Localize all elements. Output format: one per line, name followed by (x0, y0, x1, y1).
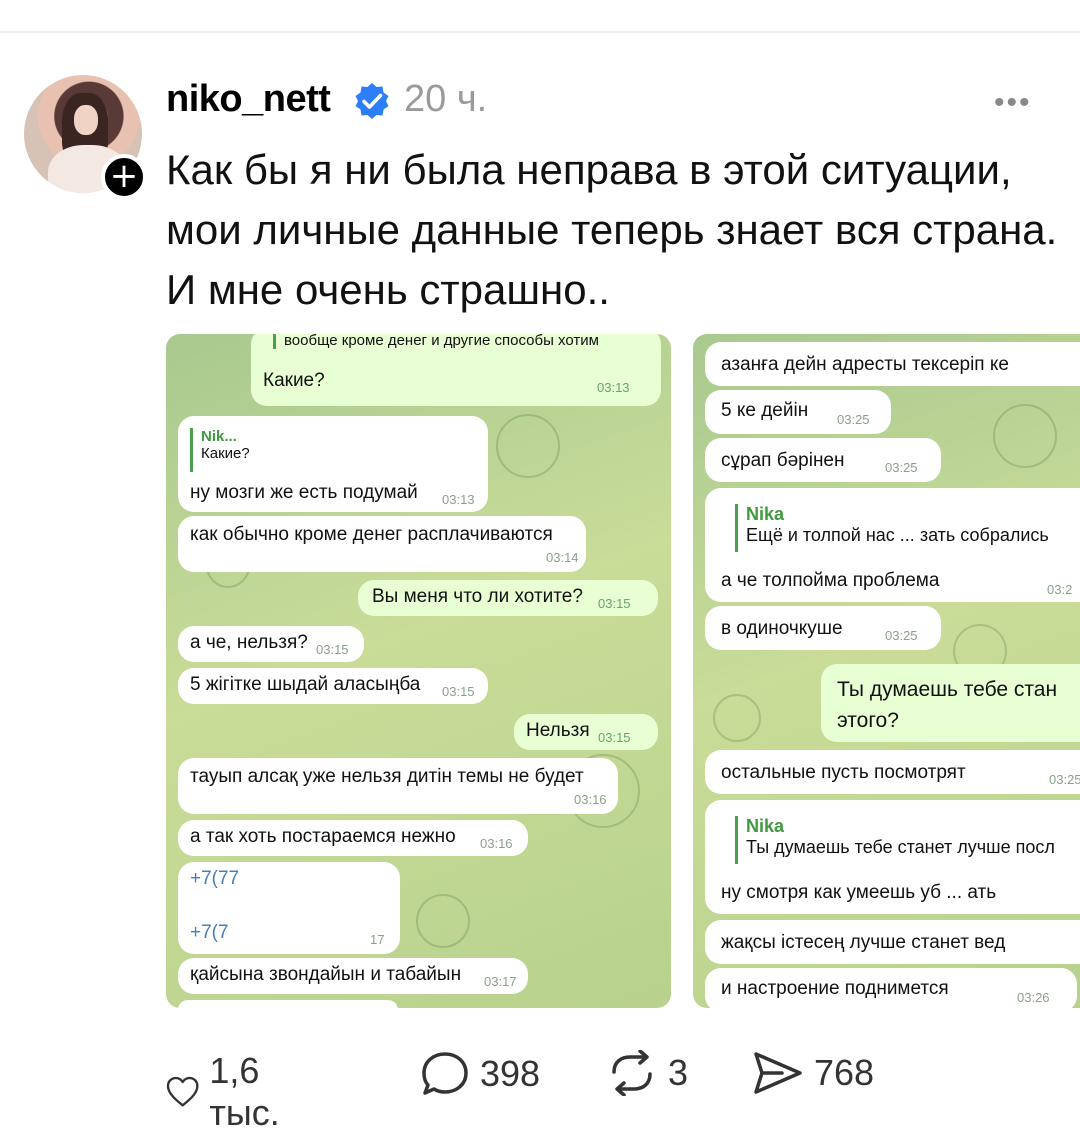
message-text: как обычно кроме денег расплачиваются (190, 524, 553, 545)
message-text: ну смотря как умеешь уб ... ать (721, 882, 997, 903)
chat-message-in: остальные пусть посмотрят 03:25 (705, 750, 1080, 794)
message-text: Какие? (263, 370, 325, 391)
message-text: ну мозги же есть подумай (190, 482, 418, 503)
chat-message-out: Ты думаешь тебе стан этого? (821, 664, 1080, 742)
message-text: а че толпойма проблема (721, 570, 940, 591)
message-time: 03:17 (484, 974, 517, 989)
message-text: а так хоть постараемся нежно (190, 826, 456, 847)
message-text: 5 жігітке шыдай аласыңба (190, 674, 421, 695)
chat-message-in: а че, нельзя? 03:15 (178, 626, 364, 662)
message-time: 03:25 (837, 412, 870, 427)
reply-quote: вообще кроме денег и другие способы хоти… (273, 334, 599, 349)
message-text: остальные пусть посмотрят (721, 762, 966, 783)
chat-message-in: Nik... Какие? ну мозги же есть подумай 0… (178, 416, 488, 512)
message-text: сұрап бәрінен (721, 450, 845, 471)
phone-number[interactable]: +7(77 (190, 868, 239, 890)
reply-quote: Nika Ты думаешь тебе станет лучше посл (735, 816, 1080, 864)
username[interactable]: niko_nett (166, 78, 331, 121)
message-text: жақсы істесең лучше станет вед (721, 932, 1006, 953)
message-text: тауып алсақ уже нельзя дитін темы не буд… (190, 766, 584, 787)
message-time: 03:26 (1017, 990, 1050, 1005)
chat-message-in: сұрап бәрінен 03:25 (705, 438, 941, 482)
message-text: и настроение поднимется (721, 978, 949, 999)
chat-message-in: тауып алсақ уже нельзя дитін темы не буд… (178, 758, 618, 814)
phone-number[interactable]: +7(7 (190, 922, 229, 944)
chat-message-in: как обычно кроме денег расплачиваются 03… (178, 516, 586, 572)
reply-name: Nik... (201, 428, 237, 445)
reply-text: Ты думаешь тебе станет лучше посл (746, 837, 1055, 857)
wallpaper-doodle (993, 404, 1057, 468)
message-time: 03:16 (480, 836, 513, 851)
wallpaper-doodle (496, 414, 560, 478)
chat-message-in: 5 ке дейін 03:25 (705, 390, 891, 434)
chat-message-in: азанға дейн адресты тексеріп ке (705, 342, 1080, 386)
repost-icon (612, 1050, 652, 1096)
verified-badge-icon (355, 83, 389, 119)
post-time: 20 ч. (404, 78, 488, 120)
chat-message-in: жақсы істесең лучше станет вед (705, 920, 1080, 964)
follow-plus-icon[interactable]: + (101, 154, 147, 200)
message-time: 03:2 (1047, 582, 1073, 597)
message-text: азанға дейн адресты тексеріп ке (721, 354, 1009, 375)
chat-message-in: қайсына звондайын и табайын 03:17 (178, 958, 528, 994)
message-text: Вы меня что ли хотите? (372, 586, 583, 607)
message-text: Ты думаешь тебе стан этого? (837, 678, 1058, 732)
message-text: қайсына звондайын и табайын (190, 964, 462, 985)
chat-message-in: в одиночкуше 03:25 (705, 606, 941, 650)
message-time: 03:13 (442, 492, 475, 507)
wallpaper-doodle (713, 694, 761, 742)
chat-message-in: +7(77 +7(7 17 (178, 862, 400, 954)
message-time: 03:13 (597, 380, 630, 395)
comments-count: 398 (480, 1053, 541, 1094)
message-time: 17 (370, 932, 385, 947)
chat-message-in: и настроение поднимется 03:26 (705, 968, 1077, 1008)
chat-message-in: Nika Ещё и толпой нас ... зать собрались… (705, 488, 1080, 602)
shares-count: 768 (814, 1052, 875, 1093)
heart-icon (166, 1076, 199, 1107)
chat-message-in: Nika Ты думаешь тебе станет лучше посл н… (705, 800, 1080, 914)
chat-screenshot-1[interactable]: вообще кроме денег и другие способы хоти… (166, 334, 671, 1008)
reply-name: Nika (746, 816, 785, 836)
avatar-face (74, 105, 98, 135)
message-time: 03:25 (1049, 772, 1080, 787)
comment-icon (422, 1052, 468, 1095)
comment-button[interactable]: 398 (420, 1050, 540, 1098)
likes-count: 1,6 тыс. (209, 1050, 280, 1133)
top-divider (0, 31, 1080, 33)
repost-button[interactable]: 3 (606, 1050, 688, 1096)
reply-text: Какие? (201, 445, 250, 462)
chat-message-in (178, 1000, 398, 1008)
send-icon (754, 1052, 802, 1094)
post-text: Как бы я ни была неправа в этой ситуации… (166, 146, 1058, 313)
reply-quote: Nik... Какие? (190, 428, 421, 472)
message-time: 03:25 (885, 628, 918, 643)
message-time: 03:15 (598, 596, 631, 611)
chat-message-in: а так хоть постараемся нежно 03:16 (178, 820, 528, 856)
reposts-count: 3 (668, 1052, 689, 1093)
message-time: 03:15 (442, 684, 475, 699)
message-time: 03:15 (316, 642, 349, 657)
message-time: 03:15 (598, 730, 631, 745)
chat-screenshot-2[interactable]: азанға дейн адресты тексеріп ке 5 ке дей… (693, 334, 1080, 1008)
message-text: в одиночкуше (721, 618, 843, 639)
reply-text: Ещё и толпой нас ... зать собрались (746, 525, 1049, 545)
chat-message-out: Вы меня что ли хотите? 03:15 (358, 580, 658, 616)
wallpaper-doodle (416, 894, 470, 948)
message-time: 03:25 (885, 460, 918, 475)
message-time: 03:14 (546, 550, 579, 565)
message-text: а че, нельзя? (190, 632, 308, 653)
like-button[interactable]: 1,6 тыс. (166, 1050, 296, 1134)
message-text: Нельзя (526, 720, 590, 741)
share-button[interactable]: 768 (752, 1050, 874, 1096)
message-text: 5 ке дейін (721, 400, 809, 421)
reply-quote: Nika Ещё и толпой нас ... зать собрались (735, 504, 1080, 552)
reply-name: Nika (746, 504, 785, 524)
chat-message-out: Нельзя 03:15 (514, 714, 658, 750)
more-options-icon[interactable]: ••• (994, 86, 1032, 120)
chat-message-out: вообще кроме денег и другие способы хоти… (251, 334, 661, 406)
chat-message-in: 5 жігітке шыдай аласыңба 03:15 (178, 668, 488, 704)
message-time: 03:16 (574, 792, 607, 807)
